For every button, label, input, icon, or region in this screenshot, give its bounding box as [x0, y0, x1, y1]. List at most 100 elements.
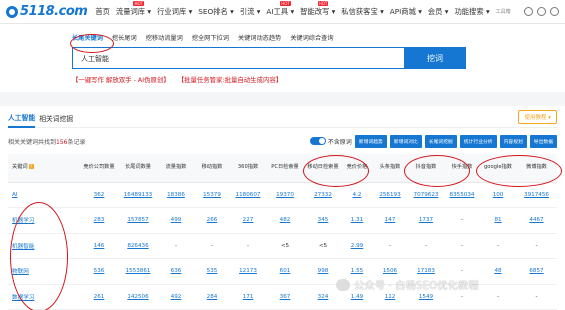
nav-item-api-store[interactable]: API商城 ▾: [390, 7, 422, 17]
industry-analysis-button[interactable]: 统计行业分析: [459, 134, 497, 148]
dig-words-button[interactable]: 挖词: [404, 47, 466, 69]
nav-item-membership[interactable]: 会员 ▾: [428, 7, 449, 17]
table-cell[interactable]: 16489133: [118, 182, 158, 208]
tab-dropdown-words[interactable]: 挖全网下拉词: [192, 33, 229, 42]
nav-item-dm-leads[interactable]: 私信获客宝 ▾: [341, 7, 383, 17]
table-cell[interactable]: 227: [230, 207, 266, 234]
table-cell[interactable]: 157857: [118, 207, 158, 234]
tab-keyword-trend[interactable]: 关键词动态趋势: [238, 33, 281, 42]
table-cell[interactable]: 2.99: [342, 233, 372, 259]
table-cell[interactable]: 482: [266, 207, 304, 234]
table-cell[interactable]: 81: [480, 207, 516, 234]
exclude-original-toggle[interactable]: [309, 137, 326, 145]
table-cell[interactable]: 8355034: [444, 182, 480, 208]
avatar-icon[interactable]: [550, 7, 559, 16]
col-keyword[interactable]: 关键词?: [8, 154, 80, 183]
nav-item-toolbox[interactable]: 工具箱: [496, 8, 511, 15]
col-bid-price[interactable]: 竞价价格: [342, 154, 372, 183]
keyword-link[interactable]: AI: [8, 182, 80, 208]
col-mobile-daily[interactable]: 移动日检索量: [304, 154, 342, 183]
table-cell[interactable]: 492: [158, 284, 194, 310]
keyword-link[interactable]: 物联网: [8, 258, 80, 285]
table-cell[interactable]: 171: [230, 284, 266, 310]
table-cell[interactable]: 261: [80, 284, 118, 310]
panel-title[interactable]: 人工智能: [8, 112, 36, 128]
nav-item-traffic-words[interactable]: 流量词库 ▾ HOT: [116, 0, 151, 17]
longtail-dig-button[interactable]: 长尾词挖掘: [424, 134, 457, 148]
col-douyin-index[interactable]: 抖音指数: [408, 154, 444, 183]
col-weibo-index[interactable]: 微博指数: [516, 154, 557, 183]
table-cell[interactable]: 4467: [516, 207, 557, 234]
table-cell[interactable]: 12173: [230, 258, 266, 285]
promo-ai-rewrite-link[interactable]: 【一键写作 解放双手 - AI伪原创】: [72, 75, 170, 84]
table-cell[interactable]: 636: [158, 258, 194, 285]
nav-item-home[interactable]: 首页: [95, 7, 110, 17]
nav-item-industry-words[interactable]: 行业词库 ▾: [157, 7, 192, 17]
table-cell[interactable]: 345: [304, 207, 342, 234]
table-cell[interactable]: 266: [194, 207, 230, 234]
promo-batch-task-link[interactable]: 【批量任务管家:批量自动生成内容】: [178, 75, 282, 84]
new-word-compare-button[interactable]: 新增词对比: [389, 134, 422, 148]
table-cell[interactable]: 147: [372, 207, 408, 234]
col-kuaishou-index[interactable]: 快手指数: [444, 154, 480, 183]
nav-item-feature-search[interactable]: 功能搜索 ▾: [454, 7, 489, 17]
site-logo[interactable]: 5118.com: [6, 4, 88, 19]
table-cell[interactable]: 6857: [516, 258, 557, 285]
table-cell[interactable]: 15379: [194, 182, 230, 208]
tab-dig-longtail[interactable]: 挖长尾词: [112, 33, 137, 42]
col-traffic-index[interactable]: 流量指数: [158, 154, 194, 183]
table-cell[interactable]: 1.31: [342, 207, 372, 234]
help-icon[interactable]: ?: [28, 164, 34, 170]
table-cell[interactable]: 7079623: [408, 182, 444, 208]
table-cell[interactable]: 601: [266, 258, 304, 285]
nav-item-ai-tools[interactable]: AI工具 ▾ HOT: [266, 0, 294, 17]
col-pc-daily[interactable]: PC日检索量: [266, 154, 304, 183]
keyword-link[interactable]: 机器智能: [8, 233, 80, 259]
content-plan-button[interactable]: 内容规划: [499, 134, 527, 148]
col-longtail-count[interactable]: 长尾词数量: [118, 154, 158, 183]
table-cell[interactable]: 283: [80, 207, 118, 234]
keyword-link[interactable]: 数据学习: [8, 284, 80, 310]
table-cell[interactable]: 1180607: [230, 182, 266, 208]
col-mobile-index[interactable]: 移动指数: [194, 154, 230, 183]
table-cell[interactable]: <5: [266, 233, 304, 259]
tab-keyword-query[interactable]: 关键词综合查询: [290, 33, 333, 42]
table-cell[interactable]: 18386: [158, 182, 194, 208]
keyword-search-input[interactable]: 人工智能: [72, 47, 404, 69]
table-cell[interactable]: 826436: [118, 233, 158, 259]
table-cell[interactable]: 535: [194, 258, 230, 285]
nav-item-rewrite[interactable]: 智能改写 ▾ HOT: [300, 0, 335, 17]
table-cell[interactable]: 536: [80, 258, 118, 285]
table-cell[interactable]: 142506: [118, 284, 158, 310]
export-data-button[interactable]: 导出数据: [529, 134, 557, 148]
table-cell[interactable]: 19370: [266, 182, 304, 208]
table-cell[interactable]: 48: [480, 258, 516, 285]
table-cell[interactable]: 499: [158, 207, 194, 234]
table-cell[interactable]: 256193: [372, 182, 408, 208]
col-360-index[interactable]: 360指数: [230, 154, 266, 183]
keyword-link[interactable]: 机器学习: [8, 207, 80, 234]
table-cell[interactable]: 362: [80, 182, 118, 208]
col-bid-companies[interactable]: 竞价公司数量: [80, 154, 118, 183]
table-cell[interactable]: 284: [194, 284, 230, 310]
tab-longtail-keywords[interactable]: 长尾关键词: [72, 33, 103, 42]
search-icon[interactable]: [524, 7, 533, 16]
table-cell[interactable]: 100: [480, 182, 516, 208]
table-header-row: 关键词? 竞价公司数量 长尾词数量 流量指数 移动指数 360指数 PC日检索量…: [8, 154, 557, 183]
table-cell[interactable]: 3917456: [516, 182, 557, 208]
table-cell[interactable]: 4.2: [342, 182, 372, 208]
table-cell[interactable]: <5: [304, 233, 342, 259]
table-cell[interactable]: 367: [266, 284, 304, 310]
nav-item-seo-rank[interactable]: SEO排名 ▾: [198, 7, 234, 17]
table-cell[interactable]: 1553861: [118, 258, 158, 285]
table-cell[interactable]: 146: [80, 233, 118, 259]
notification-icon[interactable]: [537, 7, 546, 16]
table-cell[interactable]: 1737: [408, 207, 444, 234]
col-toutiao-index[interactable]: 头条指数: [372, 154, 408, 183]
tab-mobile-traffic[interactable]: 挖移动流量词: [146, 33, 183, 42]
tutorial-button[interactable]: 使用教程 ▾: [518, 109, 557, 124]
new-word-trend-button[interactable]: 新增词趋势: [354, 134, 387, 148]
nav-item-traffic[interactable]: 引流 ▾: [240, 7, 261, 17]
table-cell[interactable]: 27332: [304, 182, 342, 208]
col-google-index[interactable]: google指数: [480, 154, 516, 183]
